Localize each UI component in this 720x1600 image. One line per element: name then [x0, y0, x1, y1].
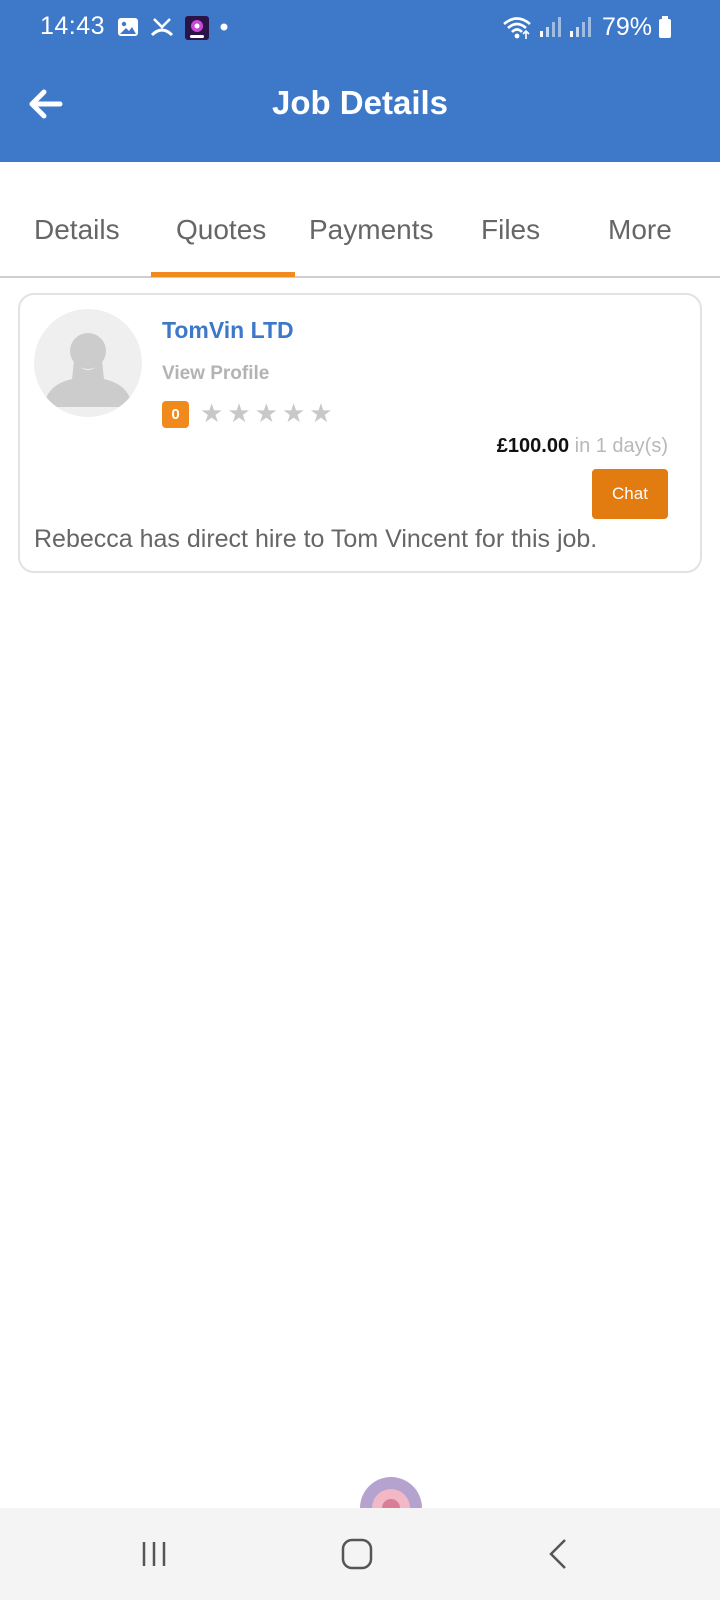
- quote-duration: in 1 day(s): [574, 435, 668, 457]
- view-profile-link[interactable]: View Profile: [162, 363, 269, 385]
- back-icon: [549, 1539, 566, 1569]
- dot-icon: [218, 15, 230, 39]
- status-icons-left: [116, 14, 230, 40]
- tab-bar: Details Quotes Payments Files More: [0, 196, 720, 278]
- star-icon: ★: [254, 398, 278, 428]
- rating-count-badge: 0: [162, 401, 189, 428]
- company-name-link[interactable]: TomVin LTD: [162, 317, 294, 344]
- page-title: Job Details: [271, 84, 449, 121]
- tab-files[interactable]: Files: [481, 214, 540, 246]
- status-icons-right: 79%: [502, 12, 672, 42]
- hire-message: Rebecca has direct hire to Tom Vincent f…: [34, 525, 598, 553]
- home-button[interactable]: [335, 1532, 379, 1576]
- nav-back-button[interactable]: [537, 1532, 581, 1576]
- tab-quotes[interactable]: Quotes: [176, 214, 266, 246]
- wifi-icon: [502, 15, 532, 39]
- app-bar: 14:43 79% Job Details: [0, 0, 720, 162]
- default-user-icon: [44, 333, 132, 407]
- star-rating: ★ ★ ★ ★ ★: [200, 399, 333, 427]
- missed-call-icon: [150, 15, 174, 39]
- star-icon: ★: [281, 398, 306, 428]
- star-icon: ★: [227, 398, 251, 428]
- tab-details[interactable]: Details: [34, 214, 120, 246]
- star-icon: ★: [200, 398, 224, 428]
- recents-button[interactable]: [132, 1532, 176, 1576]
- quote-card: TomVin LTD View Profile 0 ★ ★ ★ ★ ★ £100…: [18, 293, 702, 573]
- quote-price: £100.00: [496, 435, 570, 457]
- recents-icon: [142, 1542, 166, 1566]
- avatar: [34, 309, 142, 417]
- tab-more[interactable]: More: [608, 214, 672, 246]
- battery-icon: [658, 15, 672, 39]
- status-time: 14:43: [40, 12, 106, 40]
- signal-icon: [538, 15, 562, 39]
- signal-icon: [568, 15, 592, 39]
- gallery-icon: [116, 15, 140, 39]
- tab-payments[interactable]: Payments: [309, 214, 434, 246]
- system-nav-bar: [0, 1508, 720, 1600]
- star-icon: ★: [309, 398, 333, 428]
- price-line: £100.00 in 1 day(s): [497, 435, 668, 458]
- app-notification-icon: [184, 15, 209, 40]
- chat-button[interactable]: Chat: [592, 469, 668, 519]
- home-icon: [341, 1538, 373, 1570]
- battery-percent: 79%: [601, 12, 652, 41]
- status-bar: 14:43 79%: [0, 0, 720, 54]
- active-tab-indicator: [151, 272, 295, 277]
